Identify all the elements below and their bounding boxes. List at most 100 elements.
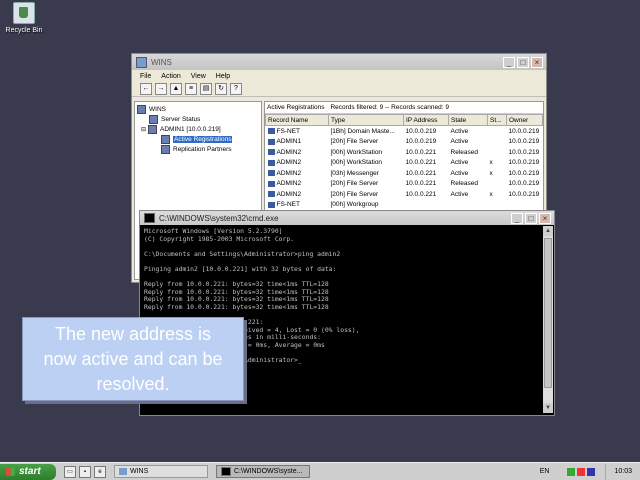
show-desktop-icon[interactable]: ▭ bbox=[64, 465, 76, 478]
table-cell: [20h] File Server bbox=[330, 180, 379, 188]
cmd-maximize-button[interactable]: □ bbox=[525, 212, 537, 224]
table-cell: Active bbox=[450, 190, 469, 198]
table-row[interactable]: ADMIN2 [00h] WorkStation 10.0.0.221 Release… bbox=[266, 147, 543, 158]
records-filtered: Records filtered: 9 -- Records scanned: … bbox=[330, 104, 449, 111]
wins-task-icon bbox=[119, 468, 127, 475]
folder-icon bbox=[161, 144, 170, 154]
security-icon[interactable] bbox=[577, 467, 586, 476]
table-row[interactable]: ADMIN2 [20h] File Server 10.0.0.221 Active x… bbox=[266, 189, 543, 200]
start-button[interactable]: start bbox=[0, 463, 56, 480]
cmd-minimize-button[interactable]: _ bbox=[511, 212, 523, 224]
collapse-icon[interactable]: ⊟ bbox=[141, 126, 146, 133]
col-static[interactable]: St... bbox=[487, 114, 507, 126]
callout-text: The new address is now active and can be… bbox=[43, 323, 223, 394]
menu-bar: File Action View Help bbox=[132, 70, 546, 82]
tree-item-wins[interactable]: WINS bbox=[135, 104, 261, 114]
table-cell: ADMIN2 bbox=[266, 168, 329, 179]
scroll-up-icon[interactable]: ▲ bbox=[543, 226, 553, 236]
recycle-bin-shortcut[interactable]: Recycle Bin bbox=[4, 2, 44, 34]
table-cell bbox=[404, 200, 449, 211]
table-row[interactable]: ADMIN2 [00h] WorkStation 10.0.0.221 Active x… bbox=[266, 158, 543, 169]
table-cell: ADMIN2 bbox=[266, 147, 329, 158]
toolbar: ← → ▲ ≡ ▤ ↻ ? bbox=[132, 82, 546, 97]
menu-view[interactable]: View bbox=[191, 73, 206, 80]
server-icon bbox=[148, 124, 158, 134]
cmd-titlebar[interactable]: C:\WINDOWS\system32\cmd.exe _ □ × bbox=[140, 211, 554, 225]
table-row[interactable]: ADMIN1 [20h] File Server 10.0.0.219 Active 1… bbox=[266, 137, 543, 148]
clock[interactable]: 10:03 bbox=[605, 463, 640, 480]
console-line: Reply from 10.0.0.221: bytes=32 time<1ms… bbox=[144, 302, 329, 311]
minimize-button[interactable]: _ bbox=[503, 56, 515, 68]
record-icon bbox=[267, 191, 275, 198]
col-type[interactable]: Type bbox=[328, 114, 404, 126]
record-icon bbox=[267, 128, 275, 135]
menu-help[interactable]: Help bbox=[216, 73, 230, 80]
up-folder-icon[interactable]: ▲ bbox=[170, 83, 182, 95]
list-header: Active Registrations Records filtered: 9… bbox=[265, 102, 543, 114]
table-cell: ADMIN2 bbox=[266, 189, 329, 200]
records-table: Record Name Type IP Address State St... … bbox=[265, 114, 543, 210]
tree-item-admin1[interactable]: ⊟ ADMIN1 [10.0.0.219] bbox=[135, 124, 261, 134]
table-cell: [1Bh] Domain Maste... bbox=[330, 127, 395, 135]
table-cell: 10.0.0.221 bbox=[405, 190, 437, 198]
table-cell: [20h] File Server bbox=[330, 138, 379, 146]
cmd-close-button[interactable]: × bbox=[539, 212, 551, 224]
table-cell: ADMIN1 bbox=[266, 137, 329, 148]
menu-file[interactable]: File bbox=[140, 73, 151, 80]
record-icon bbox=[267, 149, 275, 156]
table-cell: x bbox=[489, 169, 493, 177]
list-view-icon[interactable]: ≡ bbox=[185, 83, 197, 95]
tree-item-replication-partners[interactable]: Replication Partners bbox=[135, 144, 261, 154]
network-icon[interactable] bbox=[567, 467, 576, 476]
cmd-quicklaunch-icon[interactable]: ▪ bbox=[79, 465, 91, 478]
menu-action[interactable]: Action bbox=[161, 73, 180, 80]
record-icon bbox=[267, 201, 275, 208]
cmd-scrollbar[interactable]: ▲ ▼ bbox=[543, 226, 553, 413]
table-cell: Released bbox=[450, 180, 478, 188]
table-cell: FS-NET bbox=[266, 200, 329, 211]
taskbar: start ▭ ▪ e WINS C:\WINDOWS\syste... EN … bbox=[0, 462, 640, 480]
table-row[interactable]: ADMIN2 [20h] File Server 10.0.0.221 Release… bbox=[266, 179, 543, 190]
table-cell: Released bbox=[450, 148, 478, 156]
cmd-app-icon bbox=[144, 213, 155, 223]
forward-icon[interactable]: → bbox=[155, 83, 167, 95]
scroll-down-icon[interactable]: ▼ bbox=[543, 403, 553, 413]
language-indicator[interactable]: EN bbox=[540, 468, 550, 475]
table-cell bbox=[507, 200, 543, 211]
refresh-icon[interactable]: ↻ bbox=[215, 83, 227, 95]
task-wins[interactable]: WINS bbox=[114, 465, 208, 478]
wins-titlebar[interactable]: WINS _ □ × bbox=[132, 54, 546, 70]
table-row[interactable]: FS-NET [1Bh] Domain Maste... 10.0.0.219 Act… bbox=[266, 126, 543, 137]
windows-flag-icon bbox=[6, 467, 15, 476]
col-state[interactable]: State bbox=[448, 114, 488, 126]
table-cell bbox=[449, 200, 488, 211]
table-cell: [20h] File Server bbox=[330, 190, 379, 198]
table-cell: 10.0.0.219 bbox=[508, 180, 540, 188]
record-icon bbox=[267, 138, 275, 145]
table-cell: 10.0.0.221 bbox=[405, 169, 437, 177]
scroll-thumb[interactable] bbox=[544, 238, 552, 388]
table-cell: ADMIN2 bbox=[266, 179, 329, 190]
table-cell: 10.0.0.219 bbox=[508, 169, 540, 177]
help-icon[interactable]: ? bbox=[230, 83, 242, 95]
table-cell: FS-NET bbox=[266, 126, 329, 137]
col-ip-address[interactable]: IP Address bbox=[403, 114, 449, 126]
tree-item-server-status[interactable]: Server Status bbox=[135, 114, 261, 124]
export-icon[interactable]: ▤ bbox=[200, 83, 212, 95]
col-record-name[interactable]: Record Name bbox=[265, 114, 329, 126]
maximize-button[interactable]: □ bbox=[517, 56, 529, 68]
volume-icon[interactable] bbox=[587, 467, 596, 476]
col-owner[interactable]: Owner bbox=[506, 114, 543, 126]
browser-icon[interactable]: e bbox=[94, 465, 106, 478]
task-cmd[interactable]: C:\WINDOWS\syste... bbox=[216, 465, 310, 478]
quick-launch: ▭ ▪ e bbox=[64, 465, 106, 478]
table-cell: Active bbox=[450, 169, 469, 177]
recycle-bin-icon bbox=[13, 2, 35, 24]
back-icon[interactable]: ← bbox=[140, 83, 152, 95]
close-button[interactable]: × bbox=[531, 56, 543, 68]
table-cell: Active bbox=[450, 127, 469, 135]
table-row[interactable]: ADMIN2 [03h] Messenger 10.0.0.221 Active x 10… bbox=[266, 168, 543, 179]
tree-item-active-registrations[interactable]: Active Registrations bbox=[135, 134, 261, 144]
table-row[interactable]: FS-NET [00h] Workgroup bbox=[266, 200, 543, 211]
table-cell: ADMIN2 bbox=[266, 158, 329, 169]
